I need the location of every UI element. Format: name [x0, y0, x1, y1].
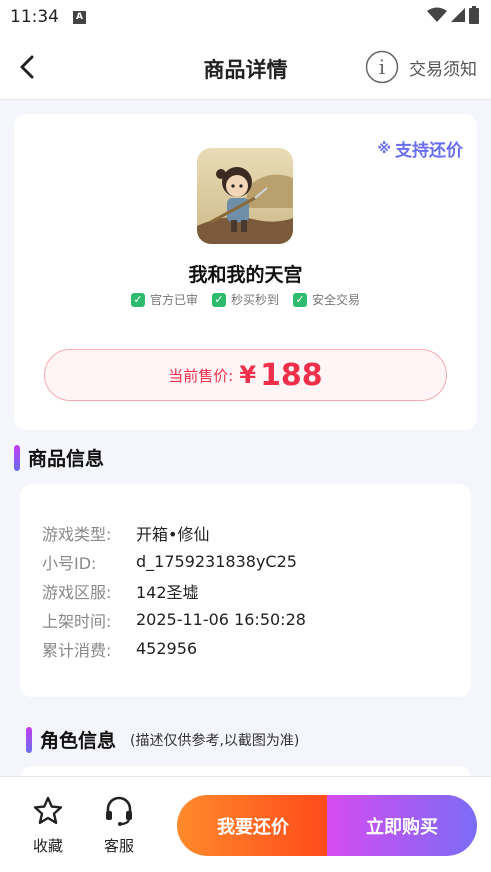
info-value: 142圣墟	[136, 582, 199, 602]
info-value: 2025-11-06 16:50:28	[136, 610, 306, 629]
badge-safe-trade: ✓ 安全交易	[293, 291, 360, 308]
game-icon	[197, 148, 293, 244]
info-value: 452956	[136, 639, 198, 658]
currency-symbol: ¥	[239, 361, 257, 389]
info-row-total-spent: 累计消费: 452956	[42, 634, 449, 663]
price-value: 188	[260, 357, 323, 393]
status-time: 11:34	[10, 7, 59, 27]
info-key: 小号ID:	[42, 553, 97, 573]
role-info-title: 角色信息	[40, 730, 117, 752]
info-key: 游戏区服:	[42, 582, 112, 602]
badge-official-reviewed: ✓ 官方已审	[130, 291, 198, 308]
check-icon: ✓	[211, 292, 226, 307]
goods-info-title: 商品信息	[28, 448, 105, 470]
info-value: d_1759231838yC25	[136, 552, 297, 571]
bargain-button[interactable]: 我要还价	[177, 795, 329, 856]
info-row-game-type: 游戏类型: 开箱•修仙	[42, 518, 449, 547]
wifi-icon	[427, 7, 447, 22]
badge-instant-delivery: ✓ 秒买秒到	[211, 291, 279, 308]
price-label: 当前售价:	[168, 366, 234, 385]
info-key: 上架时间:	[42, 611, 112, 631]
star-icon	[33, 796, 63, 824]
headset-icon	[106, 796, 132, 826]
svg-text:i: i	[379, 55, 385, 79]
check-icon: ✓	[130, 292, 145, 307]
info-row-account-id: 小号ID: d_1759231838yC25	[42, 547, 449, 576]
customer-service-button[interactable]: 客服	[94, 795, 144, 856]
status-icons	[427, 6, 479, 24]
goods-info-card: 游戏类型: 开箱•修仙 小号ID: d_1759231838yC25 游戏区服:…	[20, 484, 471, 697]
favorite-button[interactable]: 收藏	[23, 795, 73, 856]
game-artwork-icon	[197, 148, 293, 244]
customer-service-label: 客服	[103, 837, 134, 855]
product-card: ※ 支持还价 我和我的天宫 ✓ 官方已审 ✓ 秒买秒到 ✓ 安全交易 当前售价:…	[14, 114, 477, 430]
section-accent-bar	[14, 444, 20, 471]
guarantee-badges: ✓ 官方已审 ✓ 秒买秒到 ✓ 安全交易	[14, 291, 477, 308]
badge-label: 秒买秒到	[230, 293, 279, 307]
trade-notice-button[interactable]: i 交易须知	[365, 50, 477, 84]
info-row-listing-time: 上架时间: 2025-11-06 16:50:28	[42, 605, 449, 634]
battery-icon	[469, 6, 479, 24]
info-row-server: 游戏区服: 142圣墟	[42, 576, 449, 605]
info-value: 开箱•修仙	[136, 524, 210, 544]
game-name: 我和我的天宫	[188, 264, 303, 286]
bargain-support-tag: ※ 支持还价	[377, 136, 463, 162]
info-icon: i	[365, 50, 399, 84]
favorite-label: 收藏	[32, 837, 63, 855]
trade-notice-label: 交易须知	[409, 59, 477, 80]
signal-icon	[451, 8, 465, 22]
bargain-support-label: 支持还价	[395, 141, 463, 161]
badge-label: 安全交易	[312, 293, 361, 307]
top-navigation-bar: 商品详情 i 交易须知	[0, 34, 491, 100]
goods-info-header: 商品信息	[14, 444, 104, 471]
section-accent-bar	[26, 726, 32, 753]
role-info-header: 角色信息 (描述仅供参考,以截图为准)	[26, 726, 299, 753]
role-info-note: (描述仅供参考,以截图为准)	[130, 732, 300, 749]
info-key: 累计消费:	[42, 640, 112, 660]
buy-now-button[interactable]: 立即购买	[327, 795, 477, 856]
asterisk-icon: ※	[377, 140, 391, 157]
bottom-action-bar: 收藏 客服 我要还价 立即购买	[0, 776, 491, 872]
check-icon: ✓	[293, 292, 307, 307]
current-price-box: 当前售价: ¥ 188	[44, 349, 447, 401]
status-bar: 11:34 A	[0, 0, 491, 34]
info-key: 游戏类型:	[42, 524, 112, 544]
badge-label: 官方已审	[149, 293, 198, 307]
notification-a-icon: A	[73, 10, 86, 24]
